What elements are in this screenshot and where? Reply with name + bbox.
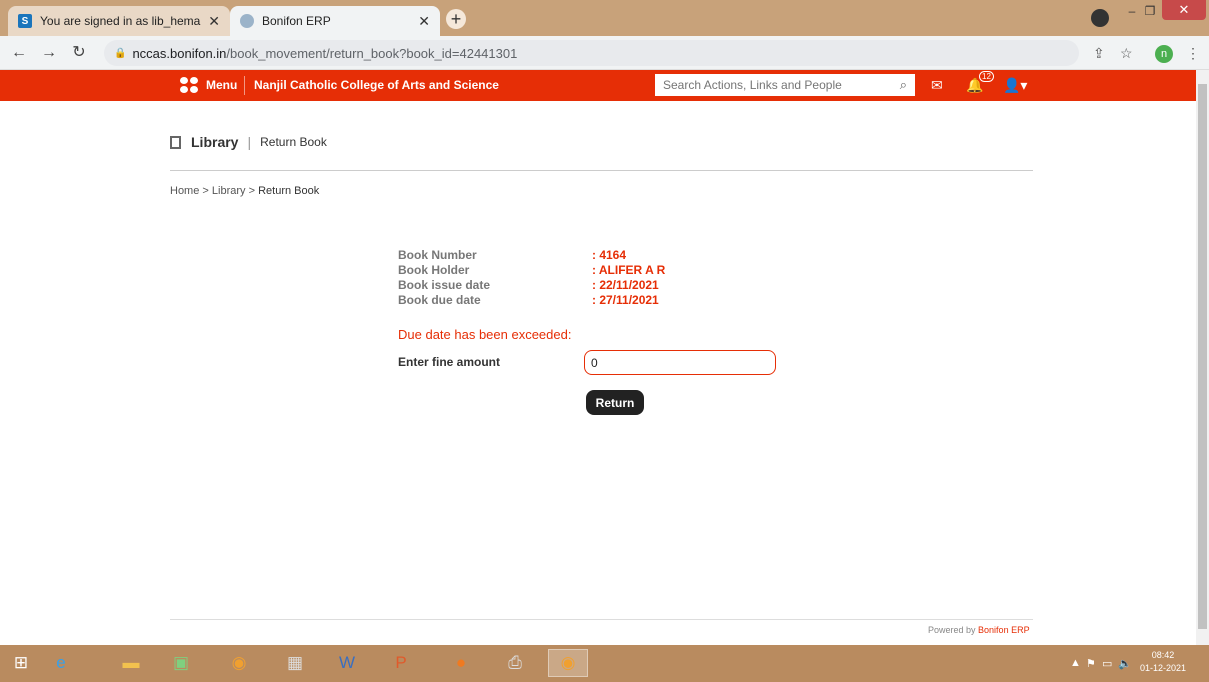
windows-start-icon[interactable]: ⊞ xyxy=(6,649,36,677)
user-icon[interactable]: 👤▾ xyxy=(1003,77,1027,94)
network-icon[interactable]: ▭ xyxy=(1102,657,1112,670)
book-details: Book Number : 4164 Book Holder : ALIFER … xyxy=(398,248,665,308)
breadcrumb-separator: > xyxy=(248,185,256,197)
breadcrumb: Home > Library > Return Book xyxy=(170,185,319,197)
chrome-active-icon[interactable]: ◉ xyxy=(548,649,588,677)
mail-icon[interactable]: ✉ xyxy=(931,77,943,94)
calculator-icon[interactable]: ▦ xyxy=(280,649,310,677)
reload-icon[interactable]: ↻ xyxy=(70,43,88,63)
close-tab-icon[interactable]: ✕ xyxy=(418,13,430,30)
internet-explorer-icon[interactable]: e xyxy=(46,649,76,677)
scrollbar[interactable] xyxy=(1196,70,1209,645)
url-field[interactable]: 🔒 nccas.bonifon.in/book_movement/return_… xyxy=(104,40,1079,66)
chrome-icon[interactable]: ◉ xyxy=(224,649,254,677)
breadcrumb-home[interactable]: Home xyxy=(170,185,199,197)
menu-button[interactable]: Menu xyxy=(180,77,237,93)
profile-menu-icon[interactable] xyxy=(1091,9,1109,27)
s-favicon-icon: S xyxy=(18,14,32,28)
clock-date: 01-12-2021 xyxy=(1140,663,1187,673)
action-center-icon[interactable]: ⚑ xyxy=(1086,657,1096,670)
powered-by: Powered by Bonifon ERP xyxy=(928,625,1030,635)
footer-divider xyxy=(170,619,1033,620)
breadcrumb-library[interactable]: Library xyxy=(212,185,246,197)
window-close-button[interactable]: ✕ xyxy=(1162,0,1206,20)
book-icon xyxy=(170,135,181,149)
forward-icon[interactable]: → xyxy=(40,43,58,63)
grid-menu-icon xyxy=(180,77,198,93)
firefox-icon[interactable]: ● xyxy=(446,649,476,677)
book-number-row: Book Number : 4164 xyxy=(398,248,665,263)
bonifon-icon xyxy=(240,14,254,28)
college-name[interactable]: Nanjil Catholic College of Arts and Scie… xyxy=(254,78,499,92)
due-date-value: : 27/11/2021 xyxy=(592,293,659,307)
lock-icon: 🔒 xyxy=(114,47,127,59)
fine-amount-field[interactable] xyxy=(584,350,776,375)
page-title: Library xyxy=(191,134,239,150)
file-explorer-icon[interactable]: ▬ xyxy=(116,649,146,677)
printer-icon[interactable]: ⎙ xyxy=(500,649,530,677)
book-holder-value: : ALIFER A R xyxy=(592,263,666,277)
breadcrumb-separator: > xyxy=(202,185,209,197)
book-holder-row: Book Holder : ALIFER A R xyxy=(398,263,665,278)
tab-signed-in[interactable]: S You are signed in as lib_hema ✕ xyxy=(8,6,230,36)
browser-menu-icon[interactable]: ⋮ xyxy=(1186,45,1200,62)
search-box[interactable]: ⌕ xyxy=(655,74,915,96)
close-tab-icon[interactable]: ✕ xyxy=(208,13,220,30)
powered-by-brand[interactable]: Bonifon ERP xyxy=(978,625,1030,635)
browser-tabstrip: S You are signed in as lib_hema ✕ Bonifo… xyxy=(0,0,1209,36)
avatar[interactable]: n xyxy=(1155,45,1173,63)
app-header: Menu Nanjil Catholic College of Arts and… xyxy=(0,70,1196,101)
breadcrumb-current: Return Book xyxy=(258,185,320,197)
book-number-value: : 4164 xyxy=(592,248,627,262)
notification-count-badge: 12 xyxy=(979,71,994,82)
new-tab-button[interactable]: + xyxy=(446,9,466,29)
clock-time: 08:42 xyxy=(1151,650,1175,660)
url-path: /book_movement/return_book?book_id=42441… xyxy=(226,45,518,61)
tab-label: You are signed in as lib_hema xyxy=(40,14,201,28)
address-bar: ← → ↻ 🔒 nccas.bonifon.in/book_movement/r… xyxy=(0,36,1209,70)
field-label: Book due date xyxy=(398,293,481,307)
menu-label: Menu xyxy=(206,78,238,92)
tray-expand-icon[interactable]: ▲ xyxy=(1070,657,1081,669)
maximize-icon[interactable]: ❐ xyxy=(1136,0,1164,22)
overdue-warning: Due date has been exceeded: xyxy=(398,327,572,342)
url-host: nccas.bonifon.in xyxy=(132,45,227,61)
word-icon[interactable]: W xyxy=(332,649,362,677)
issue-date-row: Book issue date : 22/11/2021 xyxy=(398,278,665,293)
powerpoint-icon[interactable]: P xyxy=(386,649,416,677)
title-separator: | xyxy=(247,134,252,150)
back-icon[interactable]: ← xyxy=(10,43,28,63)
page-subtitle: Return Book xyxy=(260,135,327,149)
tab-bonifon-erp[interactable]: Bonifon ERP ✕ xyxy=(230,6,440,36)
scroll-thumb[interactable] xyxy=(1198,84,1207,629)
store-icon[interactable]: ▣ xyxy=(166,649,196,677)
powered-by-label: Powered by xyxy=(928,625,976,635)
share-icon[interactable]: ⇪ xyxy=(1093,45,1105,62)
search-icon[interactable]: ⌕ xyxy=(900,77,907,93)
due-date-row: Book due date : 27/11/2021 xyxy=(398,293,665,308)
field-label: Book issue date xyxy=(398,278,491,292)
taskbar: ⊞ e ▬ ▣ ◉ ▦ W P ● ⎙ ◉ ▲ ⚑ ▭ 🔈 08:42 01-1… xyxy=(0,645,1209,682)
tab-label: Bonifon ERP xyxy=(262,14,331,28)
search-input[interactable] xyxy=(663,78,900,92)
fine-amount-label: Enter fine amount xyxy=(398,355,501,369)
volume-icon[interactable]: 🔈 xyxy=(1118,657,1132,670)
bookmark-star-icon[interactable]: ☆ xyxy=(1120,45,1133,62)
return-button[interactable]: Return xyxy=(586,390,644,415)
divider xyxy=(170,170,1033,171)
issue-date-value: : 22/11/2021 xyxy=(592,278,659,292)
page-title-bar: Library | Return Book xyxy=(170,134,327,150)
system-clock[interactable]: 08:42 01-12-2021 xyxy=(1140,649,1186,675)
field-label: Book Number xyxy=(398,248,477,262)
header-divider xyxy=(244,76,245,95)
field-label: Book Holder xyxy=(398,263,470,277)
